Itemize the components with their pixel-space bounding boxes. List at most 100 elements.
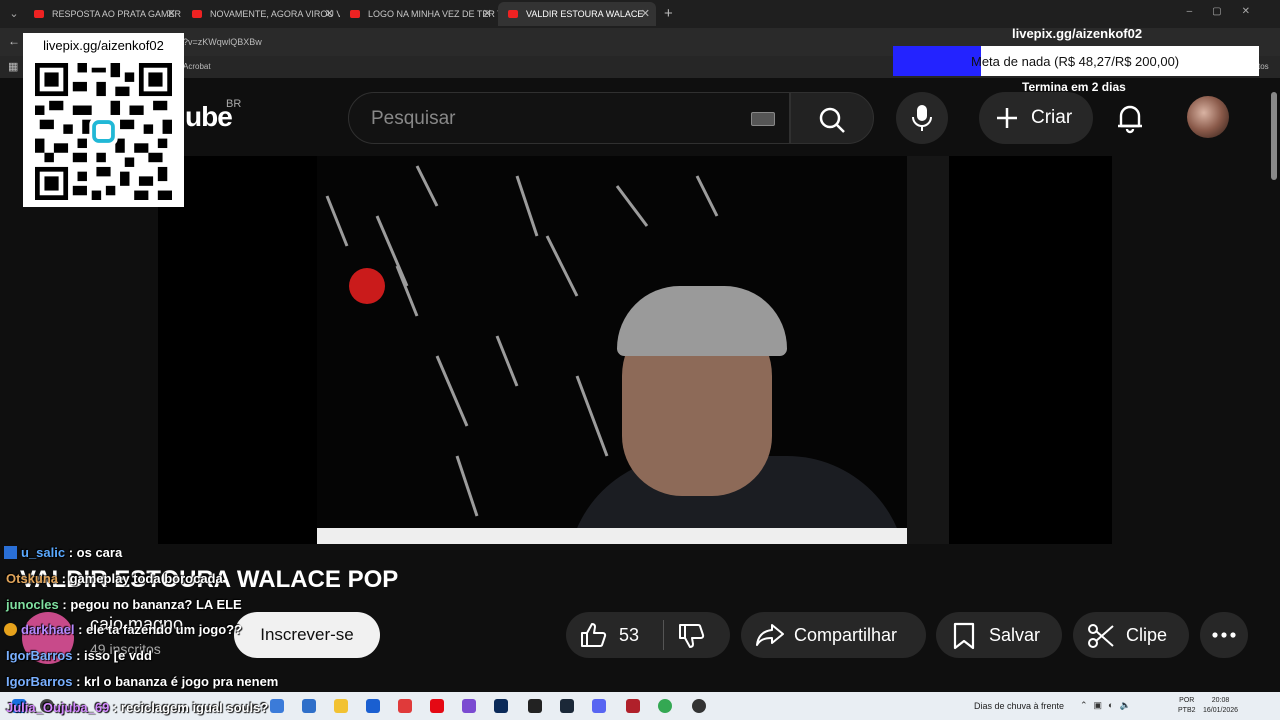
plus-icon	[997, 108, 1017, 128]
url-field[interactable]: ?v=zKWqwlQBXBw	[183, 37, 262, 47]
clip-label: Clipe	[1126, 625, 1168, 645]
clip-button[interactable]: Clipe	[1073, 612, 1189, 658]
thumbs-up-icon[interactable]	[580, 622, 608, 648]
netflix-icon[interactable]	[430, 699, 444, 713]
clock-time: 20:08	[1211, 697, 1230, 704]
create-button[interactable]: Criar	[979, 92, 1093, 144]
browser-tab-strip: ⌄ RESPOSTA AO PRATA GAMER VI ✕ NOVAMENTE,…	[0, 0, 1280, 28]
share-button[interactable]: Compartilhar	[741, 612, 926, 658]
app-icon[interactable]	[692, 699, 706, 713]
notifications-bell-icon[interactable]	[1112, 100, 1148, 136]
lang-bottom: PTB2	[1178, 707, 1196, 714]
page-scrollbar[interactable]	[1268, 80, 1280, 692]
tab-label: LOGO NA MINHA VEZ DE TER TI	[368, 9, 498, 19]
youtube-logo[interactable]: ube	[185, 101, 233, 133]
chat-message: u_salic : os cara	[4, 545, 122, 560]
share-icon	[756, 624, 784, 646]
tab-label: NOVAMENTE, AGORA VIROU VI	[210, 9, 340, 19]
chat-username: IgorBarros	[6, 674, 73, 689]
clock[interactable]: 20:08 16/01/2026	[1203, 696, 1238, 716]
more-horizontal-icon	[1212, 632, 1236, 638]
calendar-icon[interactable]	[398, 699, 412, 713]
apps-grid-icon[interactable]: ▦	[8, 60, 18, 73]
chat-message: junocles : pegou no bananza? LA ELE	[6, 597, 242, 612]
youtube-favicon-icon	[508, 10, 518, 18]
chat-text: : krl o bananza é jogo pra nenem	[76, 674, 279, 689]
like-separator	[663, 620, 664, 650]
system-tray-icons[interactable]: ⌃▣◐🔈	[1080, 700, 1137, 711]
browser-tab[interactable]: RESPOSTA AO PRATA GAMER VI ✕	[24, 2, 182, 26]
obs-icon[interactable]	[528, 699, 542, 713]
like-count[interactable]: 53	[619, 625, 639, 646]
tab-search-icon[interactable]: ⌄	[6, 6, 22, 22]
qr-code-icon	[35, 63, 172, 200]
scrollbar-thumb[interactable]	[1271, 92, 1277, 180]
discord-icon[interactable]	[592, 699, 606, 713]
video-frame[interactable]	[317, 156, 949, 544]
chat-text: : pegou no bananza? LA ELE	[62, 597, 242, 612]
tab-label: VALDIR ESTOURA WALACE	[526, 9, 644, 19]
chrome-icon[interactable]	[658, 699, 672, 713]
youtube-favicon-icon	[350, 10, 360, 18]
region-label: BR	[226, 98, 242, 110]
goal-url-label: livepix.gg/aizenkof02	[1012, 26, 1143, 41]
close-tab-icon[interactable]: ✕	[325, 2, 334, 26]
voice-search-button[interactable]	[896, 92, 948, 144]
goal-progress-fill	[893, 46, 982, 76]
keyboard-icon[interactable]	[751, 112, 775, 126]
tab-label: RESPOSTA AO PRATA GAMER VI	[52, 9, 182, 19]
search-box[interactable]: Pesquisar	[348, 92, 790, 144]
chat-message: Otskuna : gameplay toda borocada	[6, 571, 223, 586]
twitch-badge-icon	[4, 546, 17, 559]
app-icon[interactable]	[270, 699, 284, 713]
chat-username: Julia_Oujuba_69	[6, 700, 110, 715]
app-icon[interactable]	[462, 699, 476, 713]
close-tab-icon[interactable]: ✕	[483, 2, 492, 26]
like-dislike-group: 53	[566, 612, 730, 658]
chat-text: : ele ta fazendo um jogo??	[78, 622, 243, 637]
subscribe-button[interactable]: Inscrever-se	[234, 612, 380, 658]
weather-text[interactable]: Dias de chuva à frente	[974, 701, 1064, 711]
chat-text: : os cara	[68, 545, 123, 560]
chat-message: IgorBarros : isso [e vdd	[6, 648, 152, 663]
save-label: Salvar	[989, 625, 1041, 645]
donation-qr-overlay: livepix.gg/aizenkof02	[23, 33, 184, 207]
bookmark-icon	[953, 622, 975, 650]
app-icon[interactable]	[302, 699, 316, 713]
browser-tab-active[interactable]: VALDIR ESTOURA WALACE ✕	[498, 2, 656, 26]
photoshop-icon[interactable]	[494, 699, 508, 713]
thumbs-down-icon[interactable]	[678, 623, 706, 649]
back-arrow-icon[interactable]: ←	[8, 34, 20, 48]
bookmark-all[interactable]: tos	[1258, 62, 1269, 71]
share-label: Compartilhar	[794, 625, 898, 645]
clock-date: 16/01/2026	[1203, 707, 1239, 714]
more-actions-button[interactable]	[1200, 612, 1248, 658]
app-icon[interactable]	[366, 699, 380, 713]
chat-message: Julia_Oujuba_69 : reciclagem igual souls…	[6, 700, 268, 715]
youtube-favicon-icon	[192, 10, 202, 18]
language-indicator[interactable]: POR PTB2	[1178, 696, 1196, 716]
chat-text: : isso [e vdd	[76, 648, 152, 663]
account-avatar[interactable]	[1187, 96, 1229, 138]
microphone-icon	[912, 105, 932, 131]
browser-tab[interactable]: LOGO NA MINHA VEZ DE TER TI ✕	[340, 2, 498, 26]
steam-icon[interactable]	[560, 699, 574, 713]
file-explorer-icon[interactable]	[334, 699, 348, 713]
donation-goal-bar: Meta de nada (R$ 48,27/R$ 200,00)	[893, 46, 1259, 76]
window-controls[interactable]: –▢✕	[1187, 6, 1270, 17]
save-button[interactable]: Salvar	[936, 612, 1062, 658]
lang-top: POR	[1179, 697, 1195, 704]
search-input[interactable]: Pesquisar	[371, 108, 456, 130]
browser-tab[interactable]: NOVAMENTE, AGORA VIROU VI ✕	[182, 2, 340, 26]
close-tab-icon[interactable]: ✕	[641, 2, 650, 26]
search-icon	[819, 107, 845, 133]
bookmark-acrobat[interactable]: Acrobat	[183, 62, 211, 71]
app-icon[interactable]	[626, 699, 640, 713]
chat-message: darkhael : ele ta fazendo um jogo??	[4, 622, 242, 637]
youtube-favicon-icon	[34, 10, 44, 18]
warning-badge-icon	[4, 623, 17, 636]
new-tab-icon[interactable]: +	[664, 5, 673, 22]
search-button[interactable]	[790, 92, 874, 144]
chat-text: : reciclagem igual souls?	[112, 700, 269, 715]
close-tab-icon[interactable]: ✕	[167, 2, 176, 26]
